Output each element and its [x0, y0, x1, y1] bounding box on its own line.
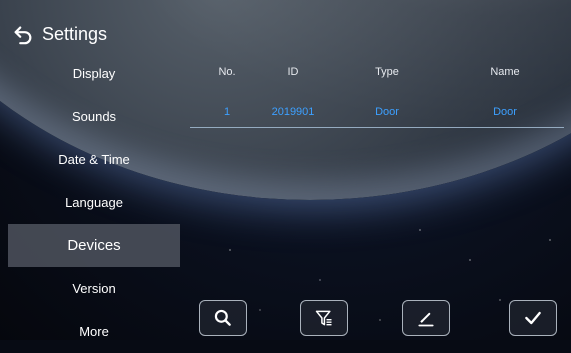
table-row[interactable]: 1 2019901 Door Door: [190, 102, 564, 124]
sidebar-item-sounds[interactable]: Sounds: [8, 95, 180, 138]
search-icon: [214, 309, 231, 326]
sidebar-item-label: Language: [65, 195, 123, 210]
confirm-button[interactable]: [509, 300, 557, 336]
cell-type: Door: [375, 106, 399, 118]
sidebar-item-label: Version: [72, 281, 116, 296]
table-header: No. ID Type Name: [190, 62, 564, 84]
edit-icon: [418, 312, 434, 327]
back-arrow-icon: [14, 26, 32, 45]
column-header-id: ID: [287, 66, 299, 78]
search-button[interactable]: [199, 300, 247, 336]
filter-button[interactable]: [300, 300, 348, 336]
check-icon: [525, 311, 541, 325]
cell-id: 2019901: [271, 106, 315, 118]
devices-table: No. ID Type Name 1 2019901 Door Door: [190, 62, 564, 128]
sidebar-item-devices[interactable]: Devices: [8, 224, 180, 267]
column-header-type: Type: [375, 66, 399, 78]
sidebar-item-label: Sounds: [71, 109, 117, 124]
cell-no: 1: [223, 106, 231, 118]
sidebar-item-label: Devices: [67, 237, 121, 254]
cell-name: Door: [493, 106, 517, 118]
row-divider: [190, 127, 564, 128]
filter-icon: [315, 310, 332, 326]
column-header-name: Name: [490, 66, 520, 78]
sidebar-item-display[interactable]: Display: [8, 52, 180, 95]
header: Settings: [12, 22, 107, 46]
page-title: Settings: [42, 23, 108, 44]
sidebar-item-language[interactable]: Language: [8, 181, 180, 224]
sidebar-item-label: Date & Time: [58, 152, 130, 167]
sidebar-item-label: Display: [72, 66, 116, 81]
sidebar-item-date-time[interactable]: Date & Time: [8, 138, 180, 181]
back-button[interactable]: [12, 23, 34, 45]
column-header-no: No.: [218, 66, 236, 78]
edit-button[interactable]: [402, 300, 450, 336]
toolbar: [0, 300, 571, 336]
